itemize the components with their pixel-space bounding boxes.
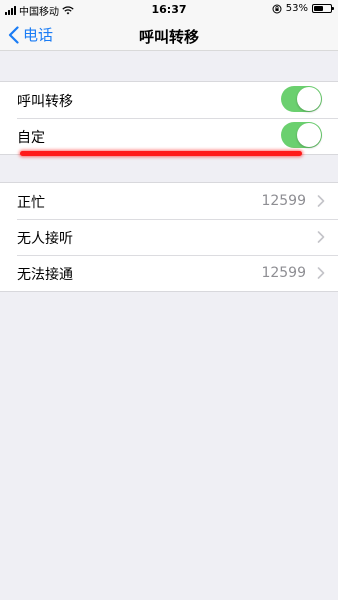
status-bar: 中国移动 16:37 53% <box>0 0 338 20</box>
no-answer-label: 无人接听 <box>17 231 73 247</box>
orientation-lock-icon <box>272 4 282 13</box>
custom-row: 自定 <box>0 118 338 154</box>
status-right: 53% <box>272 3 334 14</box>
custom-toggle[interactable] <box>281 122 322 148</box>
battery-percent: 53% <box>285 3 308 14</box>
unreachable-row[interactable]: 无法接通 12599 <box>0 255 338 291</box>
phone-screen: 中国移动 16:37 53% 电话 呼叫转移 呼叫转移 自定 正忙 12599 … <box>0 0 338 600</box>
busy-row[interactable]: 正忙 12599 <box>0 183 338 219</box>
forwarding-conditions-group: 正忙 12599 无人接听 无法接通 12599 <box>0 182 338 292</box>
busy-label: 正忙 <box>17 195 45 211</box>
no-answer-row[interactable]: 无人接听 <box>0 219 338 255</box>
call-forwarding-label: 呼叫转移 <box>17 94 73 110</box>
custom-label: 自定 <box>17 130 45 146</box>
toggle-knob <box>297 123 321 147</box>
forwarding-toggle-group: 呼叫转移 自定 <box>0 81 338 155</box>
unreachable-label: 无法接通 <box>17 267 73 283</box>
navigation-bar: 电话 呼叫转移 <box>0 20 338 51</box>
chevron-right-icon <box>317 231 325 243</box>
page-title: 呼叫转移 <box>138 28 199 46</box>
call-forwarding-toggle[interactable] <box>281 86 322 112</box>
call-forwarding-row: 呼叫转移 <box>0 82 338 118</box>
red-highlight-underline <box>20 151 302 156</box>
battery-icon <box>312 4 334 13</box>
chevron-right-icon <box>317 195 325 207</box>
busy-number: 12599 <box>261 193 306 209</box>
chevron-right-icon <box>317 267 325 279</box>
unreachable-number: 12599 <box>261 265 306 281</box>
toggle-knob <box>297 87 321 111</box>
